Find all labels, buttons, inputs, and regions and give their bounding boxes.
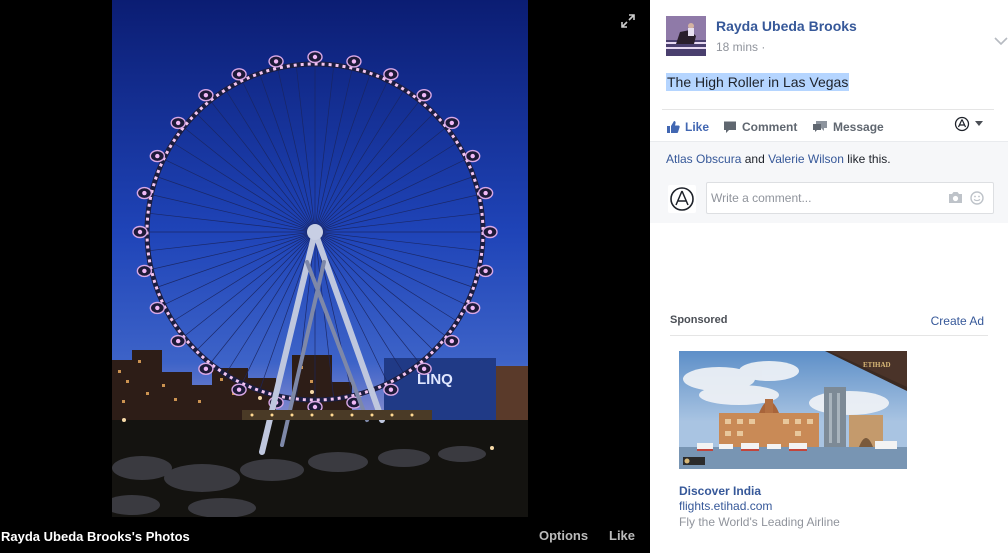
expand-icon[interactable] [620, 13, 636, 29]
post-action-bar: Like Comment Message [662, 109, 994, 141]
commenter-avatar [668, 185, 696, 213]
comment-bubble-icon [724, 121, 736, 133]
like-button[interactable]: Like [666, 119, 709, 135]
post-timestamp[interactable]: 18 mins [716, 40, 758, 54]
ad-image[interactable]: ETIHAD [679, 351, 907, 469]
page-avatar-icon [954, 116, 970, 132]
post-author-name[interactable]: Rayda Ubeda Brooks [716, 18, 857, 34]
comment-composer [706, 182, 994, 214]
wheel-pod-light [312, 404, 318, 410]
wheel-pod-light [273, 59, 279, 64]
audience-selector[interactable] [954, 116, 984, 132]
post-caption: The High Roller in Las Vegas [666, 73, 850, 91]
feedback-box: Atlas Obscura and Valerie Wilson like th… [650, 141, 1008, 223]
options-link[interactable]: Options [539, 528, 588, 543]
wheel-pod-light [351, 59, 357, 64]
wheel-pod-light [312, 54, 318, 60]
ad-description: Fly the World's Leading Airline [679, 515, 840, 529]
wheel-pod-light [449, 338, 455, 344]
caret-down-icon [975, 121, 983, 126]
likes-suffix: like this. [847, 152, 891, 166]
wheel-pod-light [142, 268, 147, 274]
viewer-footer: Rayda Ubeda Brooks's Photos Options Like [0, 517, 650, 553]
wheel-pod-light [142, 190, 147, 196]
wheel-pod-light [236, 387, 242, 392]
post-meta: 18 mins · [716, 40, 765, 54]
ad-url-link[interactable]: flights.etihad.com [679, 499, 772, 513]
liker-link-2[interactable]: Valerie Wilson [768, 152, 844, 166]
likes-connector: and [744, 152, 765, 166]
message-icon [813, 121, 827, 132]
wheel-pod-light [155, 153, 160, 159]
wheel-pod-light [137, 229, 143, 235]
wheel-pod-light [175, 120, 181, 126]
comment-input[interactable] [711, 189, 931, 207]
wheel-pod-light [449, 120, 455, 126]
liker-link-1[interactable]: Atlas Obscura [666, 152, 741, 166]
create-ad-link[interactable]: Create Ad [931, 314, 984, 328]
wheel-pod-light [155, 305, 160, 311]
sponsored-section: Sponsored Create Ad ETIHAD Discover Indi… [670, 309, 988, 529]
meta-separator: · [761, 40, 766, 54]
wheel-pod-light [236, 72, 242, 77]
thumbs-up-icon [667, 121, 680, 133]
wheel-pod-light [203, 92, 209, 98]
message-button[interactable]: Message [812, 119, 884, 135]
album-title-link[interactable]: Rayda Ubeda Brooks's Photos [1, 529, 190, 544]
comment-button[interactable]: Comment [723, 119, 797, 135]
wheel-pod-light [175, 338, 181, 344]
photo-viewer: LINQ Rayda Ubeda Brooks's Photos Options… [0, 0, 650, 553]
wheel-pod-light [203, 366, 209, 372]
camera-icon[interactable] [948, 191, 963, 204]
post-caption-text: The High Roller in Las Vegas [666, 73, 850, 91]
wheel-pod-light [388, 72, 394, 77]
photo-ferris-wheel-image: LINQ [112, 0, 528, 517]
ad-brand-text: ETIHAD [863, 361, 891, 369]
like-photo-link[interactable]: Like [609, 528, 635, 543]
likes-summary: Atlas Obscura and Valerie Wilson like th… [666, 152, 891, 166]
author-avatar[interactable] [666, 16, 706, 56]
like-button-label: Like [685, 120, 710, 134]
sponsored-header: Sponsored Create Ad [670, 309, 988, 336]
side-panel: Rayda Ubeda Brooks 18 mins · The High Ro… [650, 0, 1008, 553]
comment-button-label: Comment [742, 120, 798, 134]
wheel-pod-light [421, 92, 427, 98]
wheel-pod-light [470, 153, 475, 159]
wheel-pod-light [470, 305, 475, 311]
wheel-pod-light [483, 190, 488, 196]
ad-title-link[interactable]: Discover India [679, 484, 761, 498]
chevron-down-icon[interactable] [994, 36, 1008, 46]
wheel-pod-light [388, 387, 394, 392]
wheel-pod-light [487, 229, 493, 235]
emoji-icon[interactable] [970, 191, 984, 205]
message-button-label: Message [833, 120, 884, 134]
page-logo-icon [670, 187, 694, 211]
wheel-pod-light [421, 366, 427, 372]
wheel-pod-light [351, 400, 357, 405]
wheel-pod-light [483, 268, 488, 274]
photo[interactable]: LINQ [112, 0, 528, 517]
post-header: Rayda Ubeda Brooks 18 mins · [666, 16, 1008, 56]
sponsored-heading: Sponsored [670, 314, 728, 326]
